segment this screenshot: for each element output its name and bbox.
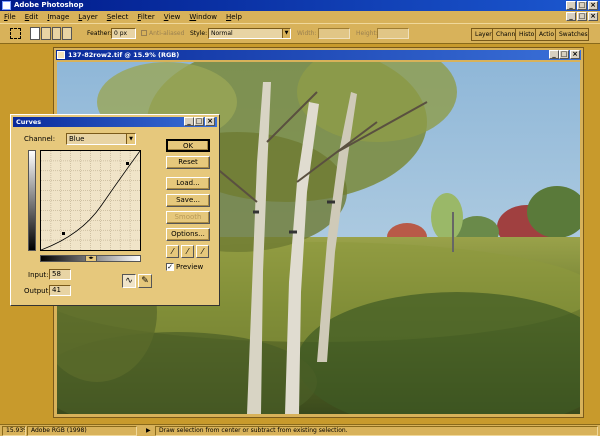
chevron-down-icon: ▼ <box>282 29 290 38</box>
preview-checkbox[interactable]: ✓ <box>166 263 174 271</box>
doc-window-maximize-icon[interactable]: □ <box>559 50 569 59</box>
maximize-icon[interactable]: □ <box>577 1 587 10</box>
curve-graph[interactable] <box>40 150 141 251</box>
output-field[interactable]: 41 <box>49 285 71 296</box>
app-title-bar: Adobe Photoshop _ □ × <box>0 0 600 11</box>
doc-minimize-icon[interactable]: _ <box>566 12 576 21</box>
tab-layers[interactable]: Layer <box>471 28 493 41</box>
options-button[interactable]: Options... <box>166 228 210 241</box>
feather-input[interactable]: 0 px <box>111 28 136 39</box>
black-eyedropper-icon[interactable]: ⁄ <box>166 245 179 258</box>
document-bottom-edge <box>57 414 580 417</box>
subtract-selection-icon[interactable] <box>51 27 62 40</box>
chevron-down-icon: ▼ <box>126 134 135 144</box>
document-title-bar[interactable]: 137-82row2.tif @ 15.9% (RGB) _ □ × <box>56 50 581 60</box>
channel-select[interactable]: Blue ▼ <box>66 133 136 145</box>
add-selection-icon[interactable] <box>40 27 51 40</box>
curves-title-bar[interactable]: Curves _ □ × <box>13 117 217 127</box>
curve-point-active <box>62 232 65 235</box>
pencil-mode-icon[interactable]: ✎ <box>138 274 152 288</box>
curve-mode-icon[interactable]: ∿ <box>122 274 136 288</box>
menu-bar: File Edit Image Layer Select Filter View… <box>0 11 600 23</box>
channel-value: Blue <box>69 135 85 143</box>
color-profile: Adobe RGB (1998) <box>27 426 137 436</box>
new-selection-icon[interactable] <box>30 27 40 40</box>
doc-window-close-icon[interactable]: × <box>570 50 580 59</box>
input-label: Input: <box>28 271 49 279</box>
marquee-tool-icon[interactable] <box>10 28 21 39</box>
menu-help[interactable]: Help <box>226 13 242 21</box>
curves-dialog: Curves _ □ × Channel: Blue ▼ ◂▸ Input: 5… <box>10 114 220 306</box>
style-value: Normal <box>211 30 233 37</box>
style-select[interactable]: Normal ▼ <box>208 28 291 39</box>
menu-window[interactable]: Window <box>189 13 217 21</box>
curve-point <box>126 162 129 165</box>
smooth-button[interactable]: Smooth <box>166 211 210 224</box>
width-label: Width: <box>297 30 317 37</box>
status-bar: 15.93% Adobe RGB (1998) ▶ Draw selection… <box>0 424 600 436</box>
doc-restore-icon[interactable]: □ <box>577 12 587 21</box>
save-button[interactable]: Save... <box>166 194 210 207</box>
curves-maximize-icon[interactable]: □ <box>194 117 204 126</box>
width-input[interactable] <box>318 28 350 39</box>
reset-button[interactable]: Reset <box>166 156 210 169</box>
close-icon[interactable]: × <box>588 1 598 10</box>
menu-view[interactable]: View <box>164 13 181 21</box>
channel-label: Channel: <box>24 135 56 143</box>
menu-image[interactable]: Image <box>47 13 69 21</box>
tab-actions[interactable]: Actio <box>535 28 556 41</box>
menu-select[interactable]: Select <box>107 13 129 21</box>
intersect-selection-icon[interactable] <box>62 27 72 40</box>
menu-layer[interactable]: Layer <box>78 13 98 21</box>
output-label: Output: <box>24 287 51 295</box>
doc-window-minimize-icon[interactable]: _ <box>549 50 559 59</box>
preview-label: Preview <box>176 263 204 271</box>
gray-eyedropper-icon[interactable]: ⁄ <box>181 245 194 258</box>
feather-label: Feather: <box>87 30 112 37</box>
tab-swatches[interactable]: Swatches <box>555 28 589 41</box>
menu-file[interactable]: File <box>4 13 16 21</box>
curves-title: Curves <box>16 118 42 126</box>
antialiased-label: Anti-aliased <box>149 30 185 37</box>
gradient-toggle-icon[interactable]: ◂▸ <box>85 255 97 262</box>
photoshop-app-icon[interactable] <box>2 1 11 10</box>
minimize-icon[interactable]: _ <box>566 1 576 10</box>
zoom-level[interactable]: 15.93% <box>2 426 26 436</box>
menu-edit[interactable]: Edit <box>25 13 39 21</box>
input-field[interactable]: 58 <box>49 269 71 280</box>
options-bar: Feather: 0 px Anti-aliased Style: Normal… <box>0 23 600 44</box>
menu-filter[interactable]: Filter <box>137 13 154 21</box>
document-icon <box>57 51 65 59</box>
height-input[interactable] <box>377 28 409 39</box>
curves-close-icon[interactable]: × <box>205 117 215 126</box>
white-eyedropper-icon[interactable]: ⁄ <box>196 245 209 258</box>
status-arrow-icon[interactable]: ▶ <box>146 427 151 435</box>
curve-graph-svg <box>40 150 141 251</box>
height-label: Height: <box>356 30 378 37</box>
load-button[interactable]: Load... <box>166 177 210 190</box>
style-label: Style: <box>190 30 208 37</box>
document-title: 137-82row2.tif @ 15.9% (RGB) <box>68 51 180 59</box>
curves-minimize-icon[interactable]: _ <box>184 117 194 126</box>
output-gradient-bar <box>28 150 36 251</box>
doc-close-icon[interactable]: × <box>588 12 598 21</box>
antialiased-checkbox[interactable] <box>141 30 147 36</box>
selection-mode-group <box>30 27 72 40</box>
tab-channels[interactable]: Channe <box>492 28 516 41</box>
tab-history[interactable]: Histo <box>515 28 536 41</box>
ok-button[interactable]: OK <box>166 139 210 152</box>
app-title: Adobe Photoshop <box>14 1 84 9</box>
status-hint: Draw selection from center or subtract f… <box>155 426 598 436</box>
